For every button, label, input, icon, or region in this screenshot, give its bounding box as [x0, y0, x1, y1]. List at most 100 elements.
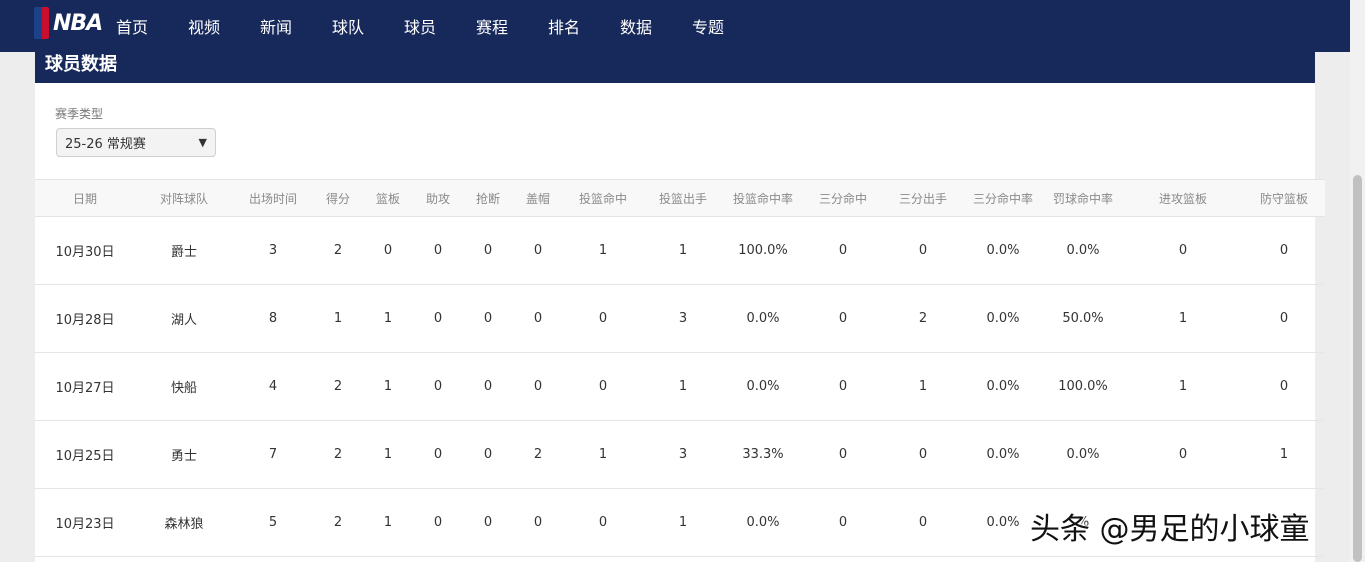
table-cell: 0: [413, 420, 463, 489]
table-cell: 1: [643, 352, 723, 421]
column-header: 投篮命中: [563, 179, 643, 217]
nba-logo-icon: [34, 7, 49, 39]
table-cell: 1: [363, 284, 413, 353]
table-cell: 1: [563, 216, 643, 285]
column-header: 进攻篮板: [1123, 179, 1243, 217]
table-cell: 0: [463, 488, 513, 557]
table-header-row: 日期 对阵球队 出场时间 得分 篮板 助攻 抢断 盖帽 投篮命中 投篮出手 投篮命中率 三分命中 三分出…: [35, 179, 1325, 217]
column-header: 三分命中率: [963, 179, 1043, 217]
table-cell: 0: [463, 284, 513, 353]
table-cell: 0.0%: [963, 284, 1043, 353]
nba-logo-text: NBA: [53, 10, 103, 36]
table-cell: 0: [563, 284, 643, 353]
table-cell: 1: [1123, 284, 1243, 353]
column-header: 出场时间: [233, 179, 313, 217]
column-header: 投篮出手: [643, 179, 723, 217]
table-cell: 100.0%: [723, 216, 803, 285]
table-cell: 0: [513, 488, 563, 557]
table-cell: 0: [463, 352, 513, 421]
table-cell: 2: [513, 420, 563, 489]
table-cell: 0: [1123, 420, 1243, 489]
table-row: 10月27日 快船 4 2 1 0 0 0 0 1 0.0% 0 1 0.0% 100.0% 1 0: [35, 352, 1325, 421]
table-cell: 2: [883, 284, 963, 353]
nba-logo[interactable]: NBA: [34, 6, 103, 40]
table-cell: 7: [233, 420, 313, 489]
table-cell: 1: [363, 420, 413, 489]
table-cell: 0: [413, 216, 463, 285]
season-type-selected-value: 25-26 常规赛: [65, 137, 146, 152]
table-cell: 1: [1123, 352, 1243, 421]
table-cell: 50.0%: [1043, 284, 1123, 353]
table-cell: 10月28日: [35, 284, 135, 353]
table-cell: 3: [643, 284, 723, 353]
table-cell: 2: [313, 420, 363, 489]
page-scrollbar[interactable]: [1350, 0, 1365, 562]
table-cell: 33.3%: [723, 420, 803, 489]
scrollbar-thumb[interactable]: [1353, 175, 1362, 562]
table-cell: 0: [883, 420, 963, 489]
column-header: 盖帽: [513, 179, 563, 217]
season-type-label: 赛季类型: [55, 107, 104, 121]
table-cell: 0.0%: [1043, 216, 1123, 285]
game-log-table: 日期 对阵球队 出场时间 得分 篮板 助攻 抢断 盖帽 投篮命中 投篮出手 投篮命中率 三分命中 三分出…: [35, 179, 1325, 557]
table-cell: 0: [413, 488, 463, 557]
table-cell: 0: [1243, 216, 1325, 285]
table-cell: 3: [233, 216, 313, 285]
table-cell: 5: [233, 488, 313, 557]
table-cell: 4: [233, 352, 313, 421]
table-cell: 快船: [135, 352, 233, 421]
table-cell: 1: [313, 284, 363, 353]
table-cell: 0.0%: [723, 352, 803, 421]
table-cell: 10月25日: [35, 420, 135, 489]
table-row: 10月30日 爵士 3 2 0 0 0 0 1 1 100.0% 0 0 0.0% 0.0% 0 0: [35, 216, 1325, 285]
table-cell: 0: [803, 488, 883, 557]
table-row: 10月25日 勇士 7 2 1 0 0 2 1 3 33.3% 0 0 0.0% 0.0% 0 1: [35, 420, 1325, 489]
table-cell: 勇士: [135, 420, 233, 489]
player-stats-card: 赛季类型 25-26 常规赛 ▼ 日期 对阵球队 出场时间 得分 篮板 助攻 抢断 盖帽 投篮命…: [35, 83, 1325, 562]
table-cell: 8: [233, 284, 313, 353]
section-title: 球员数据: [45, 54, 117, 75]
table-cell: 0: [413, 352, 463, 421]
watermark-text: 头条 @男足的小球童: [1030, 512, 1310, 547]
column-header: 得分: [313, 179, 363, 217]
table-cell: 森林狼: [135, 488, 233, 557]
table-cell: 爵士: [135, 216, 233, 285]
column-header: 投篮命中率: [723, 179, 803, 217]
table-cell: 0: [803, 216, 883, 285]
table-cell: 1: [883, 352, 963, 421]
table-cell: 0.0%: [723, 284, 803, 353]
table-cell: 0.0%: [963, 420, 1043, 489]
chevron-down-icon: ▼: [198, 136, 207, 149]
table-cell: 1: [643, 488, 723, 557]
table-cell: 0: [463, 216, 513, 285]
table-cell: 0: [513, 216, 563, 285]
table-cell: 2: [313, 488, 363, 557]
table-cell: 10月30日: [35, 216, 135, 285]
table-cell: 0: [883, 488, 963, 557]
table-cell: 10月27日: [35, 352, 135, 421]
table-cell: 2: [313, 216, 363, 285]
table-cell: 10月23日: [35, 488, 135, 557]
table-cell: 1: [363, 352, 413, 421]
table-cell: 0: [1123, 216, 1243, 285]
column-header: 三分命中: [803, 179, 883, 217]
column-header: 对阵球队: [135, 179, 233, 217]
table-cell: 0: [1243, 284, 1325, 353]
column-header: 防守篮板: [1243, 179, 1325, 217]
table-cell: 0: [803, 352, 883, 421]
table-cell: 0: [883, 216, 963, 285]
season-type-select[interactable]: 25-26 常规赛 ▼: [56, 128, 216, 157]
table-cell: 0: [803, 420, 883, 489]
table-cell: 0.0%: [963, 216, 1043, 285]
table-cell: 0.0%: [1043, 420, 1123, 489]
column-header: 篮板: [363, 179, 413, 217]
table-cell: 0: [513, 352, 563, 421]
table-cell: 1: [363, 488, 413, 557]
table-cell: 0: [363, 216, 413, 285]
table-cell: 0: [413, 284, 463, 353]
column-header: 罚球命中率: [1043, 179, 1123, 217]
table-cell: 0: [803, 284, 883, 353]
table-cell: 0: [513, 284, 563, 353]
table-cell: 2: [313, 352, 363, 421]
table-cell: 0: [1243, 352, 1325, 421]
